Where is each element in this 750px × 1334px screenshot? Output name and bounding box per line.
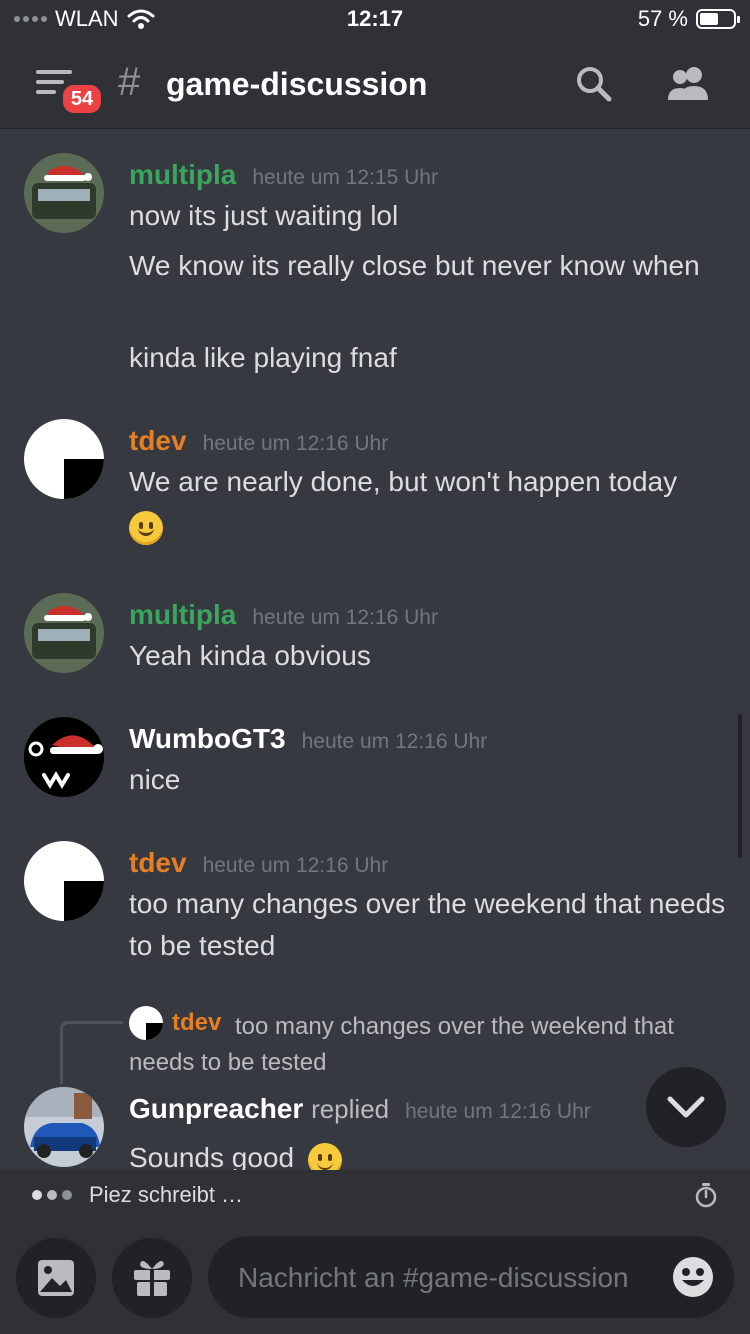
- typing-text: Piez schreibt …: [89, 1182, 244, 1207]
- avatar[interactable]: [24, 717, 104, 797]
- scrollbar[interactable]: [738, 714, 742, 858]
- username[interactable]: multipla: [129, 599, 236, 631]
- timestamp: heute um 12:15 Uhr: [252, 166, 438, 189]
- message-meta: tdev heute um 12:16 Uhr: [129, 847, 388, 879]
- image-upload-button[interactable]: [16, 1238, 96, 1318]
- username[interactable]: tdev: [129, 425, 187, 457]
- channel-title[interactable]: game-discussion: [166, 66, 427, 103]
- avatar[interactable]: [24, 153, 104, 233]
- message-meta: WumboGT3 heute um 12:16 Uhr: [129, 723, 487, 755]
- battery-icon: [696, 9, 740, 29]
- message-meta: multipla heute um 12:16 Uhr: [129, 599, 438, 631]
- username[interactable]: WumboGT3: [129, 723, 286, 755]
- message-composer: [0, 1220, 750, 1334]
- search-icon[interactable]: [574, 64, 614, 104]
- timestamp: heute um 12:16 Uhr: [252, 606, 438, 629]
- message-text: kinda like playing fnaf: [129, 342, 397, 373]
- unread-badge: 54: [60, 82, 104, 116]
- scroll-to-bottom-button[interactable]: [646, 1067, 726, 1147]
- message-input[interactable]: [236, 1236, 660, 1320]
- gift-button[interactable]: [112, 1238, 192, 1318]
- reply-connector: [60, 1021, 123, 1084]
- message-list[interactable]: multipla heute um 12:15 Uhr now its just…: [0, 129, 750, 1170]
- message-input-container[interactable]: [208, 1236, 734, 1320]
- channel-hash-icon: #: [118, 60, 141, 104]
- username-label[interactable]: Gunpreacher: [129, 1093, 303, 1124]
- timestamp: heute um 12:16 Uhr: [405, 1100, 591, 1123]
- username[interactable]: multipla: [129, 159, 236, 191]
- timestamp: heute um 12:16 Uhr: [202, 432, 389, 455]
- battery-info: 57 %: [637, 6, 740, 32]
- status-bar: WLAN 12:17 57 %: [0, 0, 750, 42]
- chevron-down-icon: [667, 1096, 705, 1118]
- timer-icon[interactable]: [694, 1182, 718, 1208]
- message-meta: Gunpreacher replied heute um 12:16 Uhr: [129, 1093, 591, 1125]
- message-meta: multipla heute um 12:15 Uhr: [129, 159, 438, 191]
- channel-header: 54 # game-discussion: [0, 42, 750, 129]
- emoji-icon[interactable]: [672, 1256, 714, 1298]
- timestamp: heute um 12:16 Uhr: [301, 730, 488, 753]
- avatar[interactable]: [24, 593, 104, 673]
- message-text-content: Sounds good: [129, 1142, 295, 1170]
- avatar[interactable]: [24, 419, 104, 499]
- battery-percent: 57 %: [637, 6, 688, 31]
- message-text: We are nearly done, but won't happen tod…: [129, 466, 678, 497]
- message-text: Yeah kinda obvious: [129, 640, 371, 671]
- message-text: Sounds good: [129, 1137, 729, 1170]
- message-text: nice: [129, 764, 181, 795]
- message-meta: tdev heute um 12:16 Uhr: [129, 425, 388, 457]
- avatar[interactable]: [24, 1087, 104, 1167]
- slightly-smiling-face-icon: [129, 511, 163, 545]
- reply-author[interactable]: tdev: [172, 1009, 221, 1037]
- replied-label: replied: [311, 1094, 390, 1124]
- avatar[interactable]: [24, 841, 104, 921]
- typing-dots-icon: [32, 1190, 72, 1200]
- message-text: too many changes over the weekend that n…: [129, 888, 726, 961]
- message-text: now its just waiting lol: [129, 200, 399, 231]
- username[interactable]: tdev: [129, 847, 187, 879]
- image-icon: [38, 1260, 74, 1296]
- members-icon[interactable]: [664, 64, 714, 104]
- gift-icon: [134, 1260, 170, 1296]
- relieved-face-icon: [307, 1142, 342, 1170]
- timestamp: heute um 12:16 Uhr: [202, 854, 389, 877]
- typing-indicator: Piez schreibt …: [0, 1170, 750, 1220]
- message-text: We know its really close but never know …: [129, 250, 700, 281]
- username[interactable]: Gunpreacher replied: [129, 1093, 389, 1125]
